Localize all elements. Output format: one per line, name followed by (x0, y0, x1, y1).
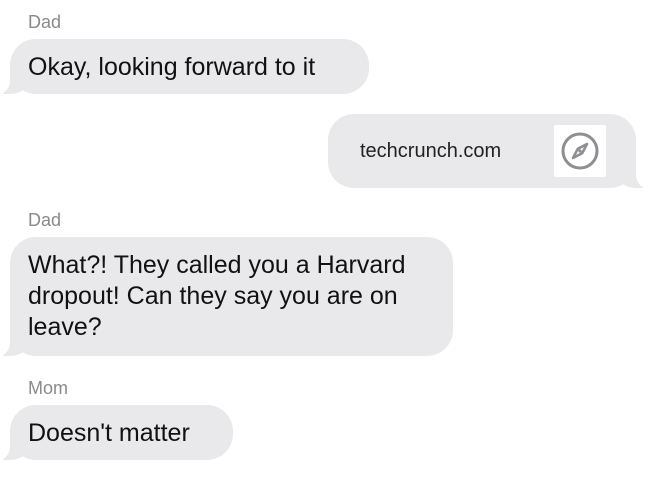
link-preview-bubble[interactable]: techcrunch.com (328, 114, 654, 189)
message-text: Doesn't matter (28, 419, 190, 447)
message-text-line: dropout! Can they say you are on (28, 282, 398, 310)
message-bubble[interactable]: Doesn't matter (0, 405, 233, 461)
link-domain: techcrunch.com (360, 140, 502, 162)
message-text: Okay, looking forward to it (28, 53, 316, 81)
safari-compass-icon (554, 125, 606, 177)
message-text-line: What?! They called you a Harvard (28, 251, 406, 279)
message-bubble[interactable]: What?! They called you a Harvard dropout… (0, 237, 453, 357)
sender-name: Dad (28, 12, 62, 32)
sender-name: Dad (28, 210, 62, 230)
message-bubble[interactable]: Okay, looking forward to it (0, 39, 369, 95)
compass-icon (561, 132, 599, 170)
sender-name: Mom (28, 378, 68, 398)
message-text-line: leave? (28, 313, 102, 341)
